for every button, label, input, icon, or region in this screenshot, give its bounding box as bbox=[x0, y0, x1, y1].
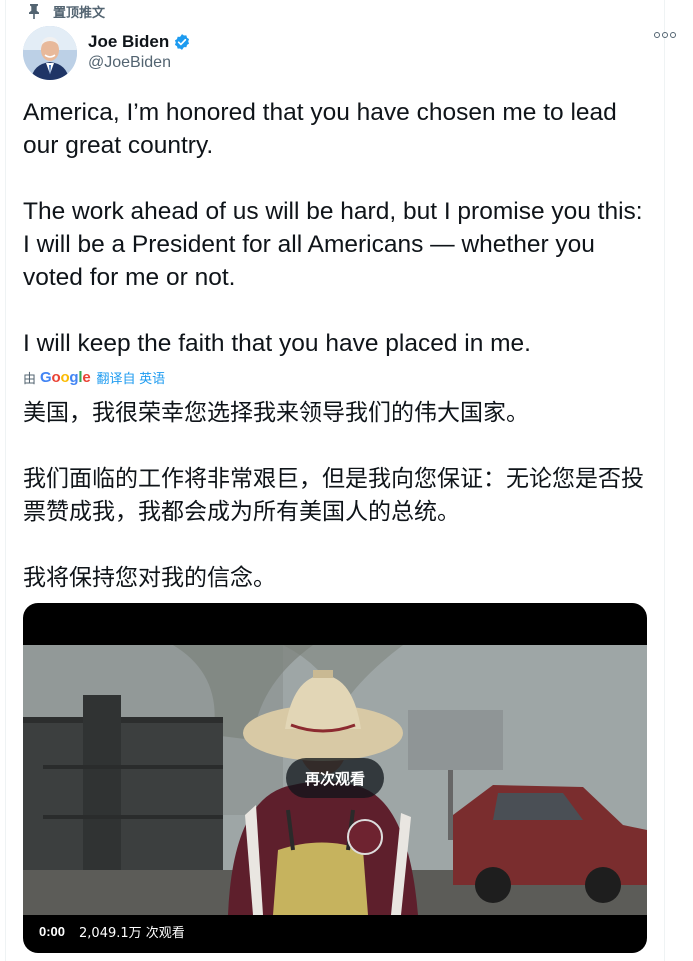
translation-attribution: 由 Google 翻译自 英语 bbox=[23, 367, 165, 387]
tweet-paragraph: The work ahead of us will be hard, but I… bbox=[23, 198, 643, 291]
translated-paragraph: 我将保持您对我的信念。 bbox=[23, 565, 276, 591]
pinned-label: 置顶推文 bbox=[53, 4, 106, 20]
translated-paragraph: 我们面临的工作将非常艰巨，但是我向您保证：无论您是否投票赞成我，我都会成为所有美… bbox=[23, 466, 644, 525]
verified-badge-icon bbox=[173, 33, 191, 51]
more-options-icon[interactable] bbox=[654, 32, 676, 38]
pinned-indicator: 置顶推文 bbox=[27, 1, 105, 21]
translation-source-link[interactable]: 翻译自 英语 bbox=[97, 368, 166, 387]
author-name[interactable]: Joe Biden bbox=[88, 32, 169, 52]
video-player[interactable]: 再次观看 0:00 2,049.1万 次观看 bbox=[23, 603, 647, 953]
pin-icon bbox=[29, 4, 39, 19]
author-handle[interactable]: @JoeBiden bbox=[88, 54, 171, 72]
translated-text: 美国，我很荣幸您选择我来领导我们的伟大国家。 我们面临的工作将非常艰巨，但是我向… bbox=[23, 397, 648, 595]
video-view-count: 2,049.1万 次观看 bbox=[79, 926, 185, 941]
author-name-row[interactable]: Joe Biden bbox=[88, 32, 191, 52]
tweet-text: America, I’m honored that you have chose… bbox=[23, 96, 643, 360]
tweet-paragraph: America, I’m honored that you have chose… bbox=[23, 99, 617, 159]
tweet-paragraph: I will keep the faith that you have plac… bbox=[23, 330, 531, 357]
translated-paragraph: 美国，我很荣幸您选择我来领导我们的伟大国家。 bbox=[23, 400, 529, 426]
translated-by-label: 由 bbox=[23, 370, 37, 386]
avatar[interactable] bbox=[23, 26, 77, 80]
google-logo: Google bbox=[40, 368, 91, 386]
replay-button[interactable]: 再次观看 bbox=[286, 758, 384, 798]
video-time: 0:00 bbox=[39, 924, 66, 939]
video-info-bar: 0:00 2,049.1万 次观看 bbox=[39, 922, 185, 941]
